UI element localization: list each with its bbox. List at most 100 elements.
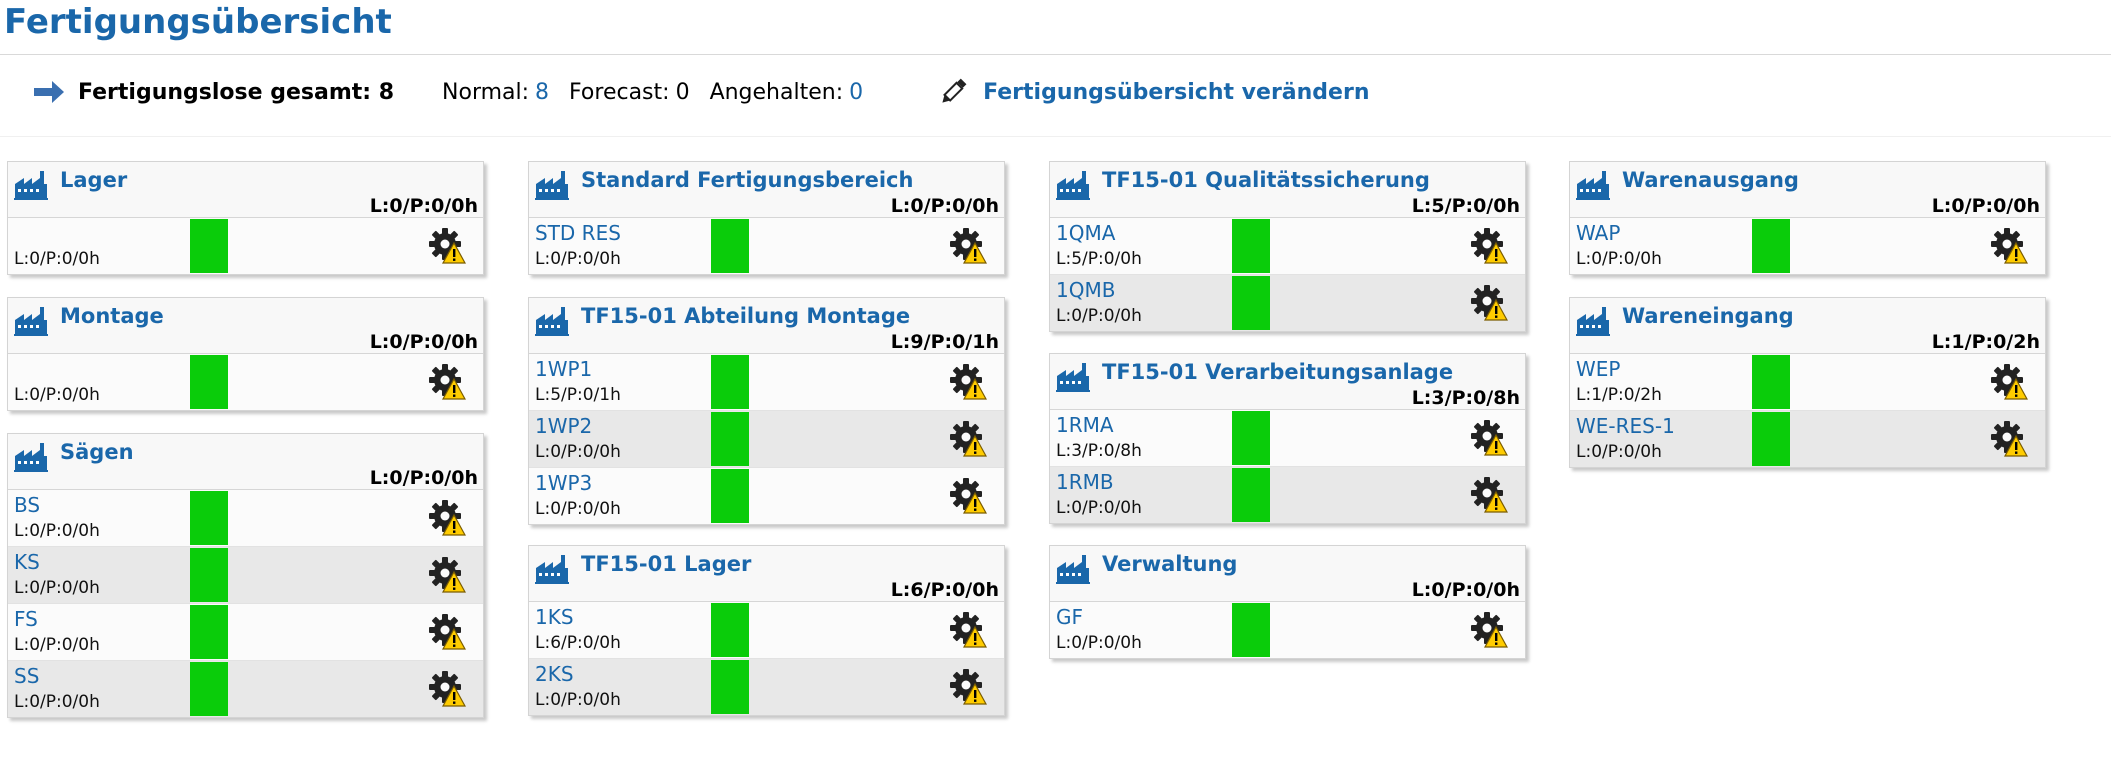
- resource-row: L:0/P:0/0h: [8, 218, 483, 274]
- area-name-link[interactable]: Wareneingang: [1622, 304, 1794, 328]
- resource-status-bar[interactable]: [711, 412, 749, 466]
- resource-row: GF L:0/P:0/0h: [1050, 602, 1525, 658]
- gear-warning-icon[interactable]: [428, 363, 467, 401]
- gear-warning-icon[interactable]: [428, 670, 467, 708]
- resource-status-bar[interactable]: [1232, 603, 1270, 657]
- resource-status-bar[interactable]: [711, 469, 749, 523]
- page-title: Fertigungsübersicht: [4, 2, 392, 42]
- resource-name-link[interactable]: STD RES: [535, 221, 621, 245]
- gear-warning-icon[interactable]: [1990, 227, 2029, 265]
- resource-name-link[interactable]: 1WP1: [535, 357, 592, 381]
- gear-warning-icon[interactable]: [1990, 420, 2029, 458]
- resource-name-link[interactable]: WAP: [1576, 221, 1620, 245]
- resource-name-link[interactable]: GF: [1056, 605, 1083, 629]
- area-name-link[interactable]: TF15-01 Qualitätssicherung: [1102, 168, 1430, 192]
- area-name-link[interactable]: Standard Fertigungsbereich: [581, 168, 913, 192]
- gear-warning-icon[interactable]: [1990, 363, 2029, 401]
- resource-status-bar[interactable]: [1752, 412, 1790, 466]
- arrow-right-icon: [34, 81, 64, 103]
- area-name-link[interactable]: Sägen: [60, 440, 134, 464]
- resource-name-link[interactable]: FS: [14, 607, 38, 631]
- gear-warning-icon[interactable]: [428, 556, 467, 594]
- gear-warning-icon[interactable]: [949, 477, 988, 515]
- resource-status-bar[interactable]: [190, 491, 228, 545]
- area-panel-header: TF15-01 Abteilung Montage L:9/P:0/1h: [529, 298, 1004, 354]
- gear-warning-icon[interactable]: [428, 227, 467, 265]
- gear-warning-icon[interactable]: [1470, 419, 1509, 457]
- resource-name-link[interactable]: 1QMB: [1056, 278, 1115, 302]
- resource-status-bar[interactable]: [1232, 219, 1270, 273]
- gear-warning-icon[interactable]: [949, 227, 988, 265]
- gear-warning-icon[interactable]: [428, 613, 467, 651]
- gear-warning-icon[interactable]: [1470, 227, 1509, 265]
- area-name-link[interactable]: TF15-01 Verarbeitungsanlage: [1102, 360, 1453, 384]
- area-load-stats: L:0/P:0/0h: [1931, 195, 2040, 217]
- area-name-link[interactable]: TF15-01 Lager: [581, 552, 751, 576]
- summary-divider: [0, 136, 2111, 137]
- resource-row: 1RMB L:0/P:0/0h: [1050, 467, 1525, 523]
- gear-warning-icon[interactable]: [1470, 611, 1509, 649]
- gear-warning-icon[interactable]: [428, 499, 467, 537]
- resource-status-bar[interactable]: [1232, 276, 1270, 330]
- area-panel: Wareneingang L:1/P:0/2h WEP L:1/P:0/2h WE-RE…: [1569, 297, 2046, 468]
- resource-name-link[interactable]: WE-RES-1: [1576, 414, 1675, 438]
- factory-icon: [14, 442, 48, 472]
- resource-status-bar[interactable]: [190, 548, 228, 602]
- factory-icon: [14, 306, 48, 336]
- resource-name-link[interactable]: SS: [14, 664, 39, 688]
- area-load-stats: L:0/P:0/0h: [369, 467, 478, 489]
- normal-count[interactable]: 8: [535, 80, 549, 105]
- factory-icon: [1056, 362, 1090, 392]
- halted-count[interactable]: 0: [849, 80, 863, 105]
- area-panel: TF15-01 Lager L:6/P:0/0h 1KS L:6/P:0/0h 2KS L…: [528, 545, 1005, 716]
- area-panel: Lager L:0/P:0/0h L:0/P:0/0h: [7, 161, 484, 275]
- resource-name-link[interactable]: 1WP2: [535, 414, 592, 438]
- resource-name-link[interactable]: 1WP3: [535, 471, 592, 495]
- pencil-icon[interactable]: [937, 76, 969, 108]
- gear-warning-icon[interactable]: [1470, 476, 1509, 514]
- resource-name-link[interactable]: WEP: [1576, 357, 1620, 381]
- area-name-link[interactable]: Montage: [60, 304, 164, 328]
- area-panel-header: TF15-01 Verarbeitungsanlage L:3/P:0/8h: [1050, 354, 1525, 410]
- gear-warning-icon[interactable]: [949, 668, 988, 706]
- area-load-stats: L:0/P:0/0h: [369, 195, 478, 217]
- resource-status-bar[interactable]: [711, 355, 749, 409]
- resource-load-stats: L:3/P:0/8h: [1056, 441, 1142, 461]
- gear-warning-icon[interactable]: [949, 611, 988, 649]
- gear-warning-icon[interactable]: [1470, 284, 1509, 322]
- area-load-stats: L:6/P:0/0h: [890, 579, 999, 601]
- area-name-link[interactable]: Verwaltung: [1102, 552, 1237, 576]
- forecast-count: 0: [675, 79, 690, 105]
- gear-warning-icon[interactable]: [949, 363, 988, 401]
- resource-name-link[interactable]: KS: [14, 550, 40, 574]
- resource-status-bar[interactable]: [711, 603, 749, 657]
- resource-name-link[interactable]: BS: [14, 493, 40, 517]
- resource-status-bar[interactable]: [190, 355, 228, 409]
- gear-warning-icon[interactable]: [949, 420, 988, 458]
- area-name-link[interactable]: Lager: [60, 168, 127, 192]
- area-panel: Verwaltung L:0/P:0/0h GF L:0/P:0/0h: [1049, 545, 1526, 659]
- resource-row: 1WP1 L:5/P:0/1h: [529, 354, 1004, 411]
- resource-load-stats: L:5/P:0/0h: [1056, 249, 1142, 269]
- summary-bar: Fertigungslose gesamt: 8 Normal: 8 Forec…: [32, 74, 1369, 110]
- resource-status-bar[interactable]: [1232, 468, 1270, 522]
- resource-status-bar[interactable]: [190, 219, 228, 273]
- resource-status-bar[interactable]: [190, 662, 228, 716]
- resource-name-link[interactable]: 1QMA: [1056, 221, 1115, 245]
- resource-status-bar[interactable]: [711, 219, 749, 273]
- resource-load-stats: L:1/P:0/2h: [1576, 385, 1662, 405]
- resource-name-link[interactable]: 1RMA: [1056, 413, 1114, 437]
- resource-status-bar[interactable]: [711, 660, 749, 714]
- resource-row: KS L:0/P:0/0h: [8, 547, 483, 604]
- resource-name-link[interactable]: 2KS: [535, 662, 574, 686]
- resource-name-link[interactable]: 1RMB: [1056, 470, 1114, 494]
- resource-status-bar[interactable]: [1752, 219, 1790, 273]
- area-name-link[interactable]: Warenausgang: [1622, 168, 1799, 192]
- resource-status-bar[interactable]: [190, 605, 228, 659]
- edit-overview-link[interactable]: Fertigungsübersicht verändern: [983, 80, 1369, 105]
- resource-status-bar[interactable]: [1232, 411, 1270, 465]
- area-name-link[interactable]: TF15-01 Abteilung Montage: [581, 304, 910, 328]
- resource-load-stats: L:0/P:0/0h: [1576, 442, 1662, 462]
- resource-status-bar[interactable]: [1752, 355, 1790, 409]
- resource-name-link[interactable]: 1KS: [535, 605, 574, 629]
